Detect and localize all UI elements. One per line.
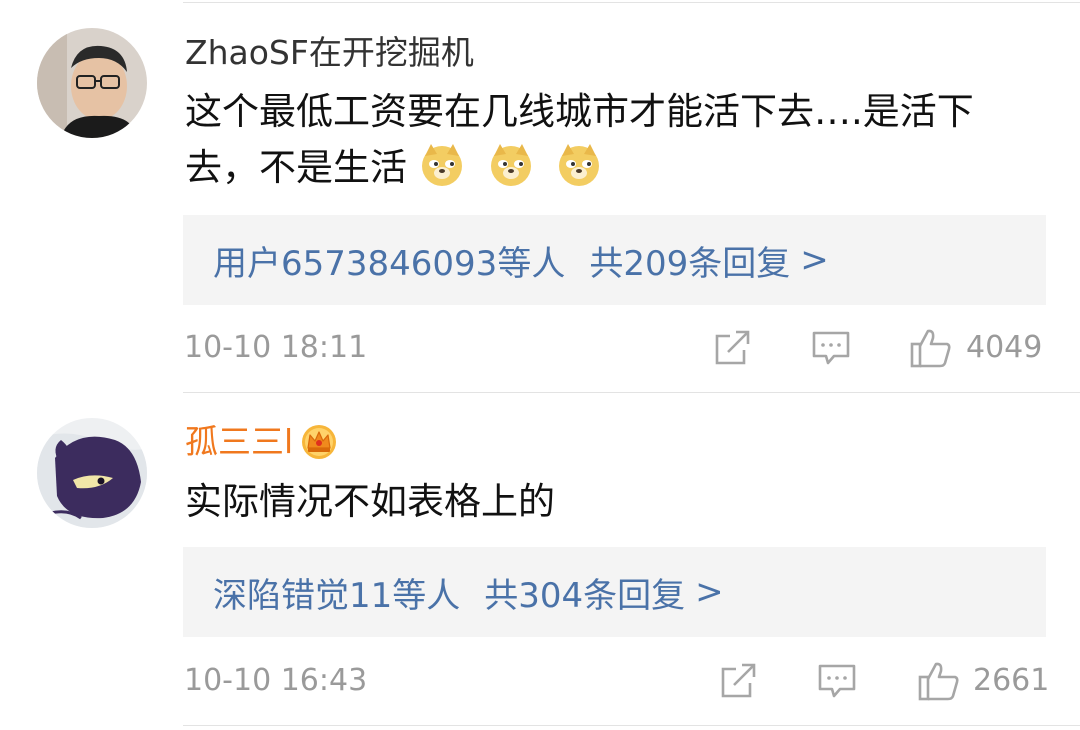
reply-summary-link[interactable]: 深陷错觉11等人 共304条回复 > — [183, 547, 1046, 637]
doge-emoji-icon — [556, 142, 602, 188]
reply-count: 共209条回复 — [589, 243, 791, 284]
chevron-right-icon: > — [800, 240, 829, 280]
comment-item: 孤三三l 实际情况不如表格上的 深陷错觉11等人 共304条回复 > 10-10… — [0, 392, 1080, 730]
comment-meta-row: 10-10 16:43 2661 — [0, 659, 1080, 703]
thumbs-up-icon[interactable] — [918, 661, 960, 701]
timestamp: 10-10 16:43 — [184, 663, 368, 698]
comment-text-body: 实际情况不如表格上的 — [185, 480, 555, 523]
username[interactable]: ZhaoSF在开挖掘机 — [185, 33, 474, 73]
share-icon[interactable] — [720, 663, 758, 699]
comment-icon[interactable] — [812, 330, 850, 366]
doge-emoji-icon — [488, 142, 534, 188]
avatar[interactable] — [37, 418, 147, 528]
thumbs-up-icon[interactable] — [910, 328, 952, 368]
username[interactable]: 孤三三l — [185, 422, 337, 462]
crown-icon — [301, 424, 337, 460]
reply-users: 深陷错觉11等人 — [213, 575, 461, 616]
username-text: 孤三三l — [185, 422, 294, 461]
comment-text: 实际情况不如表格上的 — [185, 474, 1035, 530]
share-icon[interactable] — [714, 330, 752, 366]
avatar[interactable] — [37, 28, 147, 138]
comment-icon[interactable] — [818, 663, 856, 699]
reply-summary-link[interactable]: 用户6573846093等人 共209条回复 > — [183, 215, 1046, 305]
comment-meta-row: 10-10 18:11 4049 — [0, 326, 1080, 370]
reply-users: 用户6573846093等人 — [213, 243, 566, 284]
reply-count: 共304条回复 — [484, 575, 686, 616]
doge-emoji-icon — [419, 142, 465, 188]
comment-item: ZhaoSF在开挖掘机 这个最低工资要在几线城市才能活下去….是活下去，不是生活 — [0, 0, 1080, 390]
comment-divider — [183, 725, 1080, 726]
like-count: 2661 — [973, 663, 1050, 698]
chevron-right-icon: > — [695, 572, 724, 612]
timestamp: 10-10 18:11 — [184, 330, 368, 365]
comment-text: 这个最低工资要在几线城市才能活下去….是活下去，不是生活 — [185, 84, 1035, 196]
like-count: 4049 — [966, 330, 1043, 365]
